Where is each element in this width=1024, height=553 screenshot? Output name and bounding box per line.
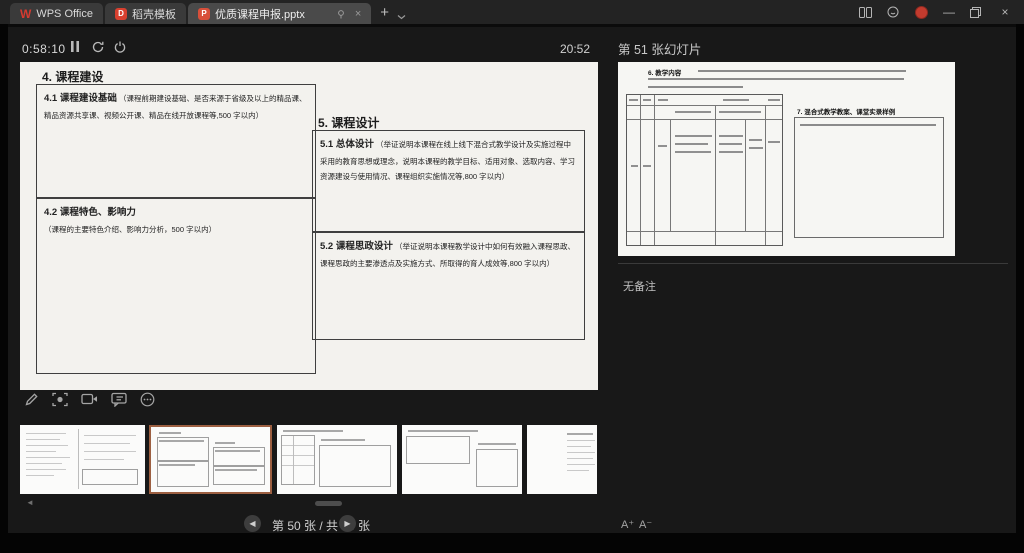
camera-icon[interactable] [81, 392, 98, 407]
presenter-view: 0:58:10 20:52 4. 课程建设 4.1 课程建设基础 （课程前期建设… [8, 24, 1016, 533]
thumbnail-slide-50-selected[interactable] [149, 425, 272, 494]
end-show-power-icon[interactable] [114, 41, 126, 53]
app-window: W WPS Office D 稻壳模板 P 优质课程申报.pptx × + [0, 0, 1024, 553]
close-tab-icon[interactable]: × [355, 8, 361, 20]
notes-divider [618, 263, 1008, 264]
slide-box-5-1: 5.1 总体设计 （举证说明本课程在线上线下混合式教学设计及实施过程中采用的教育… [312, 130, 585, 232]
annotation-toolbar [24, 392, 155, 407]
new-tab-button[interactable]: + [380, 4, 389, 21]
restore-button[interactable] [970, 7, 984, 18]
slide-heading-5: 5. 课程设计 [318, 114, 379, 131]
slide-box-4-2-title: 4.2 课程特色、影响力 [44, 207, 136, 218]
current-slide[interactable]: 4. 课程建设 4.1 课程建设基础 （课程前期建设基础、是否来源于省级及以上的… [20, 62, 598, 390]
slide-box-5-2: 5.2 课程思政设计 （举证说明本课程教学设计中如何有效融入课程思政、课程思政的… [312, 232, 585, 340]
tab-label: 优质课程申报.pptx [215, 6, 305, 22]
reset-timer-icon[interactable] [92, 41, 104, 53]
current-time: 20:52 [560, 42, 590, 56]
preview-heading-7: 7. 混合式教学教案、课堂实录样例 [797, 106, 895, 116]
thumbnail-scrollbar[interactable] [315, 501, 342, 506]
notes-font-increase-button[interactable]: A⁺ [621, 518, 634, 531]
docer-icon: D [115, 8, 127, 20]
pin-tab-icon[interactable] [336, 9, 346, 19]
preview-heading-6: 6. 教学内容 [648, 67, 681, 77]
tab-label: WPS Office [36, 8, 93, 20]
tab-label: 稻壳模板 [132, 6, 176, 22]
slide-heading-4: 4. 课程建设 [42, 68, 103, 85]
wps-logo-icon: W [20, 7, 31, 21]
preview-table [626, 94, 783, 246]
speaker-notes-text: 无备注 [623, 278, 656, 294]
tab-document[interactable]: P 优质课程申报.pptx × [188, 3, 371, 24]
slide-box-4-2: 4.2 课程特色、影响力 （课程的主要特色介绍、影响力分析，500 字以内） [36, 198, 316, 374]
tab-bar: W WPS Office D 稻壳模板 P 优质课程申报.pptx × + [0, 0, 1024, 24]
slide-box-5-2-title: 5.2 课程思政设计 [320, 241, 393, 252]
next-slide-preview: 6. 教学内容 [618, 62, 955, 256]
ppt-file-icon: P [198, 8, 210, 20]
thumbnail-slide-49[interactable] [20, 425, 145, 494]
pen-tool-icon[interactable] [24, 392, 39, 407]
pause-timer-icon[interactable] [70, 41, 80, 52]
laser-pointer-icon[interactable] [52, 392, 68, 407]
user-avatar[interactable] [915, 6, 928, 19]
close-window-button[interactable]: × [998, 5, 1012, 19]
window-controls: — × [859, 0, 1024, 24]
thumbnail-slide-51[interactable] [277, 425, 397, 494]
thumb-scroll-left-icon[interactable]: ◄ [26, 498, 34, 507]
slide-box-4-1-title: 4.1 课程建设基础 [44, 93, 117, 104]
minimize-button[interactable]: — [942, 5, 956, 19]
next-slide-header: 第 51 张幻灯片 [618, 39, 701, 58]
notes-font-decrease-button[interactable]: A⁻ [639, 518, 652, 531]
more-options-icon[interactable] [140, 392, 155, 407]
split-view-icon[interactable] [859, 7, 873, 18]
slide-box-4-1: 4.1 课程建设基础 （课程前期建设基础、是否来源于省级及以上的精品课、精品资源… [36, 84, 316, 198]
next-slide-button[interactable]: ▶ [339, 515, 356, 532]
tab-docer-templates[interactable]: D 稻壳模板 [105, 3, 186, 24]
speaker-notes-icon[interactable] [111, 392, 127, 407]
previous-slide-button[interactable]: ◀ [244, 515, 261, 532]
slide-box-4-2-desc: （课程的主要特色介绍、影响力分析，500 字以内） [44, 225, 216, 234]
thumbnail-slide-52[interactable] [402, 425, 522, 494]
rehearsal-timer: 0:58:10 [22, 42, 66, 56]
tab-list-chevron-icon[interactable] [397, 14, 406, 24]
tab-wps-home[interactable]: W WPS Office [10, 3, 103, 24]
thumbnail-slide-53[interactable] [527, 425, 597, 494]
slide-box-5-1-title: 5.1 总体设计 [320, 139, 374, 150]
preview-sample-box [794, 117, 944, 238]
help-icon[interactable] [887, 6, 901, 18]
